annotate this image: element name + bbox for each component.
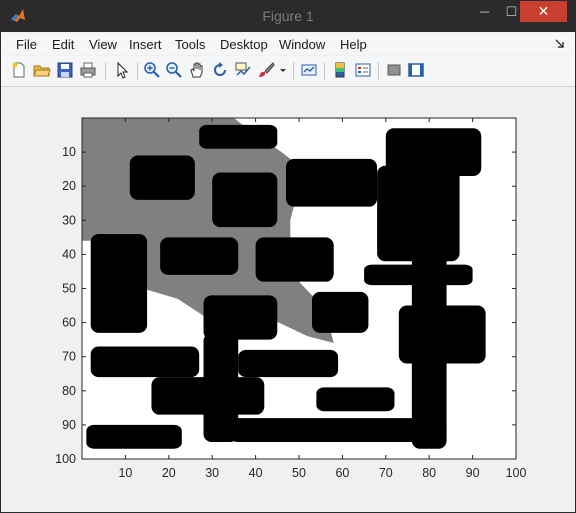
y-tick-label: 20 — [62, 179, 76, 193]
x-tick-label: 60 — [335, 466, 349, 480]
x-tick-label: 20 — [162, 466, 176, 480]
obstacle-14 — [398, 305, 486, 364]
menu-desktop[interactable]: Desktop — [220, 37, 268, 52]
pan-hand-icon[interactable] — [188, 61, 206, 79]
new-figure-icon[interactable] — [10, 61, 28, 79]
close-button[interactable]: ✕ — [520, 1, 567, 22]
y-tick-label: 60 — [62, 316, 76, 330]
zoom-in-icon[interactable] — [143, 61, 161, 79]
x-tick-label: 40 — [249, 466, 263, 480]
hide-plot-tools-icon[interactable] — [385, 61, 403, 79]
title-bar[interactable]: Figure 1 ─ ☐ ✕ — [1, 1, 575, 32]
rotate-3d-icon[interactable] — [211, 61, 229, 79]
obstacle-13 — [312, 291, 369, 333]
obstacle-21 — [86, 424, 182, 449]
x-tick-label: 50 — [292, 466, 306, 480]
data-cursor-icon[interactable] — [234, 61, 252, 79]
obstacle-16 — [238, 349, 339, 378]
menu-file[interactable]: File — [16, 37, 37, 52]
insert-colorbar-icon[interactable] — [331, 61, 349, 79]
show-plot-tools-icon[interactable] — [407, 61, 425, 79]
menu-view[interactable]: View — [89, 37, 117, 52]
y-tick-label: 100 — [55, 452, 76, 466]
open-file-icon[interactable] — [33, 61, 51, 79]
link-plot-icon[interactable] — [300, 61, 318, 79]
toolbar-separator — [105, 62, 106, 80]
toolbar-separator — [293, 62, 294, 80]
edit-plot-arrow-icon[interactable] — [113, 61, 131, 79]
obstacle-15 — [90, 346, 200, 378]
obstacle-1 — [199, 124, 278, 149]
obstacle-4 — [285, 158, 378, 207]
menu-tools[interactable]: Tools — [175, 37, 205, 52]
brush-dropdown-icon[interactable] — [278, 61, 288, 79]
figure-window: Figure 1 ─ ☐ ✕ File Edit View Insert Too… — [0, 0, 576, 513]
toolbar-separator — [137, 62, 138, 80]
brush-icon[interactable] — [257, 61, 275, 79]
y-tick-label: 50 — [62, 282, 76, 296]
obstacle-20 — [229, 418, 447, 442]
obstacle-18 — [151, 377, 265, 415]
obstacle-5 — [212, 172, 278, 228]
x-tick-label: 100 — [506, 466, 527, 480]
y-tick-label: 80 — [62, 384, 76, 398]
figure-toolbar — [1, 56, 575, 87]
y-tick-label: 10 — [62, 145, 76, 159]
x-tick-label: 90 — [466, 466, 480, 480]
menu-edit[interactable]: Edit — [52, 37, 74, 52]
obstacle-3 — [129, 155, 195, 200]
y-tick-label: 90 — [62, 418, 76, 432]
insert-legend-icon[interactable] — [354, 61, 372, 79]
minimize-button[interactable]: ─ — [471, 1, 498, 22]
zoom-out-icon[interactable] — [165, 61, 183, 79]
obstacle-9 — [255, 237, 334, 282]
x-tick-label: 30 — [205, 466, 219, 480]
save-icon[interactable] — [56, 61, 74, 79]
occupancy-grid-plot[interactable]: 10 20 30 40 50 60 70 80 90 100 10 20 30 40 50 60 70 80 90 1… — [1, 87, 575, 512]
toolbar-separator — [378, 62, 379, 80]
obstacle-7 — [90, 233, 148, 333]
y-tick-label: 30 — [62, 213, 76, 227]
print-icon[interactable] — [79, 61, 97, 79]
obstacle-8 — [160, 237, 239, 275]
menu-insert[interactable]: Insert — [129, 37, 162, 52]
y-tick-label: 40 — [62, 247, 76, 261]
x-tick-label: 80 — [422, 466, 436, 480]
menu-window[interactable]: Window — [279, 37, 325, 52]
figure-canvas: 10 20 30 40 50 60 70 80 90 100 10 20 30 40 50 60 70 80 90 1… — [1, 87, 575, 512]
dock-arrow-icon[interactable] — [555, 39, 565, 49]
x-tick-label: 10 — [118, 466, 132, 480]
obstacle-19 — [316, 387, 395, 412]
y-tick-label: 70 — [62, 350, 76, 364]
x-tick-label: 70 — [379, 466, 393, 480]
toolbar-separator — [324, 62, 325, 80]
menu-bar: File Edit View Insert Tools Desktop Wind… — [1, 33, 575, 55]
menu-help[interactable]: Help — [340, 37, 367, 52]
